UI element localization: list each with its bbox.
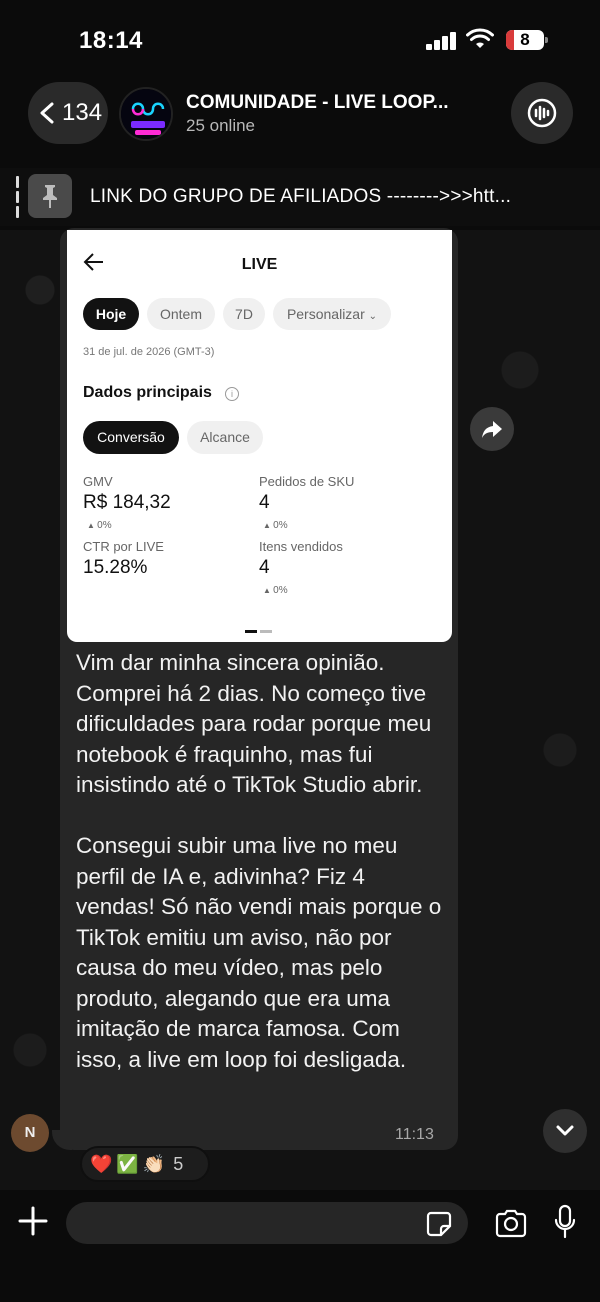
message-composer bbox=[0, 1190, 600, 1302]
pinned-message-bar[interactable]: LINK DO GRUPO DE AFILIADOS -------->>>ht… bbox=[0, 168, 600, 226]
metric-label: Itens vendidos bbox=[259, 539, 343, 554]
metric-value: R$ 184,32 bbox=[83, 492, 171, 513]
audio-waveform-icon bbox=[527, 98, 557, 128]
camera-icon[interactable] bbox=[494, 1208, 528, 1238]
status-time: 18:14 bbox=[79, 27, 143, 54]
clap-reaction-icon: 👏🏻 bbox=[142, 1153, 166, 1174]
metric-label: Pedidos de SKU bbox=[259, 474, 355, 489]
chip-personalizar-label: Personalizar bbox=[286, 306, 365, 322]
microphone-icon[interactable] bbox=[553, 1204, 577, 1240]
sender-avatar[interactable]: N bbox=[11, 1114, 49, 1152]
shared-image[interactable]: LIVE Hoje Ontem 7D Personalizar ⌄ 31 de … bbox=[67, 230, 452, 642]
tab-alcance: Alcance bbox=[187, 421, 263, 454]
chevron-down-icon bbox=[556, 1125, 574, 1136]
cellular-signal-icon bbox=[426, 32, 458, 50]
chat-header: 134 COMUNIDADE - LIVE LOOP... 25 online bbox=[0, 82, 600, 162]
chip-personalizar: Personalizar ⌄ bbox=[273, 298, 391, 330]
chevron-left-icon bbox=[40, 102, 54, 124]
battery-icon: 8 bbox=[506, 30, 548, 50]
metric-delta: 0% bbox=[263, 585, 287, 596]
pinned-message-text: LINK DO GRUPO DE AFILIADOS -------->>>ht… bbox=[90, 186, 512, 207]
metric-label: CTR por LIVE bbox=[83, 539, 164, 554]
metric-value: 4 bbox=[259, 492, 270, 513]
message-input[interactable] bbox=[66, 1202, 468, 1244]
section-heading: Dados principais bbox=[83, 384, 212, 401]
screenshot-title: LIVE bbox=[241, 256, 278, 273]
pin-icon bbox=[28, 174, 72, 218]
scroll-to-bottom-button[interactable] bbox=[543, 1109, 587, 1153]
metric-value: 15.28% bbox=[83, 557, 148, 578]
back-button[interactable]: 134 bbox=[28, 82, 108, 144]
heart-reaction-icon: ❤️ bbox=[90, 1153, 113, 1174]
metric-value: 4 bbox=[259, 557, 270, 578]
forward-arrow-icon bbox=[482, 421, 502, 438]
message-time: 11:13 bbox=[395, 1126, 434, 1143]
message-paragraph: Vim dar minha sincera opinião. Comprei h… bbox=[76, 650, 432, 797]
metric-label: GMV bbox=[83, 474, 113, 489]
voice-chat-button[interactable] bbox=[511, 82, 573, 144]
live-loop-logo-icon bbox=[121, 89, 171, 139]
wifi-icon bbox=[466, 28, 494, 48]
sticker-icon[interactable] bbox=[425, 1210, 453, 1238]
chip-ontem: Ontem bbox=[147, 298, 215, 330]
screenshot-date: 31 de jul. de 2026 (GMT-3) bbox=[83, 346, 215, 358]
chip-hoje: Hoje bbox=[83, 298, 139, 330]
status-bar: 18:14 8 bbox=[0, 0, 600, 82]
group-avatar[interactable] bbox=[119, 87, 173, 141]
reactions-bar[interactable]: ❤️ ✅ 👏🏻 5 bbox=[80, 1146, 210, 1182]
online-count: 25 online bbox=[186, 116, 256, 135]
plus-icon[interactable] bbox=[16, 1204, 50, 1238]
message-text: Vim dar minha sincera opinião. Comprei h… bbox=[76, 648, 448, 1106]
tab-conversao: Conversão bbox=[83, 421, 179, 454]
metric-delta: 0% bbox=[87, 520, 111, 531]
group-title[interactable]: COMUNIDADE - LIVE LOOP... bbox=[186, 92, 476, 114]
chevron-down-icon: ⌄ bbox=[368, 311, 378, 322]
pinned-indicator bbox=[16, 176, 19, 218]
page-indicator bbox=[245, 620, 275, 633]
unread-count: 134 bbox=[62, 99, 103, 126]
check-reaction-icon: ✅ bbox=[116, 1153, 139, 1174]
metric-delta: 0% bbox=[263, 520, 287, 531]
chip-7d: 7D bbox=[223, 298, 265, 330]
reaction-count: 5 bbox=[173, 1153, 184, 1174]
forward-button[interactable] bbox=[470, 407, 514, 451]
info-icon: i bbox=[225, 387, 239, 401]
battery-level: 8 bbox=[520, 30, 530, 49]
message-paragraph: Consegui subir uma live no meu perfil de… bbox=[76, 833, 442, 1072]
